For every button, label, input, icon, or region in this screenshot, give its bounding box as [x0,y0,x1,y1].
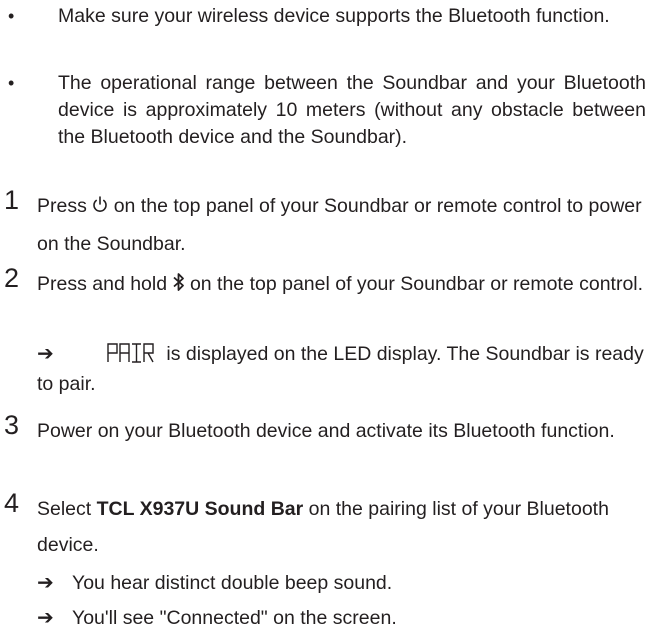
bullet-text: Make sure your wireless device supports … [58,5,610,27]
arrow-right-icon: ➔ [37,343,54,365]
step-text: Power on your Bluetooth device and activ… [37,420,615,442]
bullet-item: • The operational range between the Soun… [8,70,648,151]
step-4-result: ➔ You'll see "Connected" on the screen. [37,605,649,632]
step-4: 4 Select TCL X937U Sound Bar on the pair… [0,488,650,563]
bullet-dot: • [8,6,15,26]
result-text: is displayed on the LED display. The Sou… [37,341,649,398]
step-2: 2 Press and hold on the top panel of you… [0,263,650,304]
bullet-text: The operational range between the Soundb… [58,72,646,148]
step-text-start: Press [37,195,87,217]
step-text: Press and hold on the top panel of your … [37,266,647,304]
manual-page: • Make sure your wireless device support… [0,0,651,643]
bullet-item: • Make sure your wireless device support… [8,3,648,30]
step-number: 2 [4,263,20,293]
step-text-start: Press and hold [37,273,168,295]
bluetooth-icon [172,268,185,304]
step-text-end: on the top panel of your Soundbar or rem… [189,273,644,295]
power-icon [92,190,108,226]
step-text: Select TCL X937U Sound Bar on the pairin… [37,491,647,563]
led-display-text [72,343,157,371]
step-2-result: ➔ is displayed on the LED display. The S… [37,341,649,398]
bullet-dot: • [8,73,15,93]
step-3: 3 Power on your Bluetooth device and act… [0,410,650,449]
step-text: Press on the top panel of your Soundbar … [37,188,647,262]
result-text: You'll see "Connected" on the screen. [72,607,397,629]
step-4-result: ➔ You hear distinct double beep sound. [37,570,649,597]
step-text-end: on the top panel of your Soundbar or rem… [37,195,642,255]
arrow-right-icon: ➔ [37,607,54,629]
step-1: 1 Press on the top panel of your Soundba… [0,185,650,262]
device-name: TCL X937U Sound Bar [96,498,304,520]
step-number: 4 [4,488,20,518]
step-number: 3 [4,410,20,440]
step-text-start: Select [37,498,92,520]
result-text: You hear distinct double beep sound. [72,572,393,594]
step-number: 1 [4,185,20,215]
arrow-right-icon: ➔ [37,572,54,594]
